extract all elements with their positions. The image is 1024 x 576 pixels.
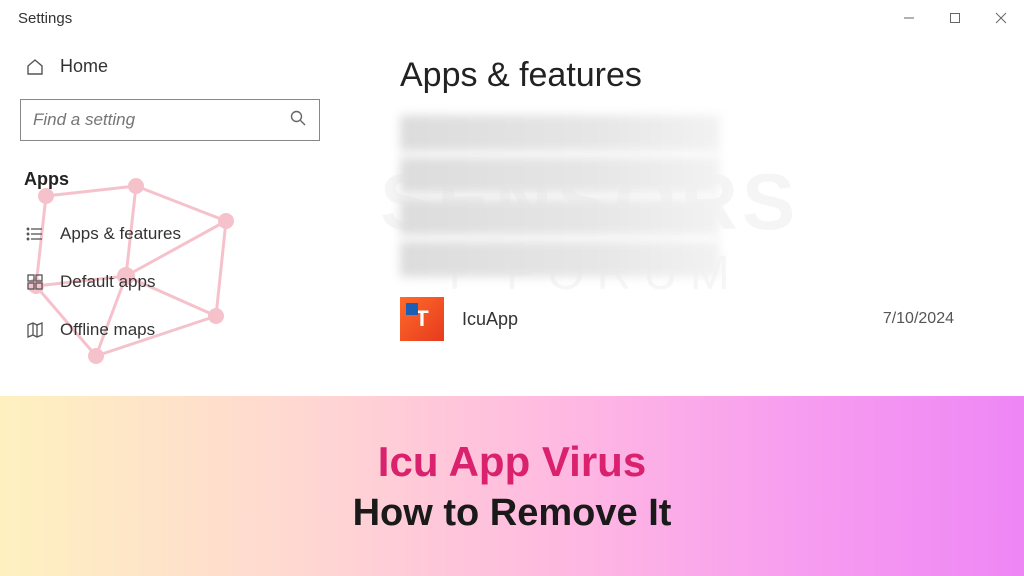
window-title: Settings xyxy=(18,10,72,27)
sidebar-item-label: Default apps xyxy=(60,272,155,292)
close-button[interactable] xyxy=(978,0,1024,36)
close-icon xyxy=(995,12,1007,24)
titlebar: Settings xyxy=(0,0,1024,36)
sidebar-section-apps: Apps xyxy=(20,163,320,196)
app-install-date: 7/10/2024 xyxy=(883,310,954,328)
sidebar-item-apps-features[interactable]: Apps & features xyxy=(20,210,320,258)
page-title: Apps & features xyxy=(400,56,994,95)
list-icon xyxy=(24,224,46,244)
sidebar-home[interactable]: Home xyxy=(20,46,320,87)
minimize-button[interactable] xyxy=(886,0,932,36)
banner-title: Icu App Virus xyxy=(378,438,646,486)
default-apps-icon xyxy=(24,272,46,292)
search-box[interactable] xyxy=(20,99,320,141)
sidebar-item-label: Apps & features xyxy=(60,224,181,244)
home-label: Home xyxy=(60,56,108,77)
blurred-app-row xyxy=(400,115,720,151)
maximize-icon xyxy=(949,12,961,24)
search-input[interactable] xyxy=(33,110,289,130)
window-controls xyxy=(886,0,1024,36)
sidebar: Home Apps Apps & features Default apps xyxy=(0,36,340,396)
app-icon: T xyxy=(400,297,444,341)
banner-subtitle: How to Remove It xyxy=(353,492,672,535)
maximize-button[interactable] xyxy=(932,0,978,36)
app-list-item[interactable]: T IcuApp 7/10/2024 xyxy=(400,289,994,349)
search-icon xyxy=(289,109,307,132)
blurred-app-list xyxy=(400,115,994,277)
sidebar-item-label: Offline maps xyxy=(60,320,155,340)
app-name: IcuApp xyxy=(462,309,518,330)
map-icon xyxy=(24,320,46,340)
blurred-app-row xyxy=(400,157,720,193)
sidebar-item-default-apps[interactable]: Default apps xyxy=(20,258,320,306)
minimize-icon xyxy=(903,12,915,24)
sidebar-item-offline-maps[interactable]: Offline maps xyxy=(20,306,320,354)
overlay-banner: Icu App Virus How to Remove It xyxy=(0,396,1024,576)
blurred-app-row xyxy=(400,241,720,277)
main-panel: Apps & features T IcuApp 7/10/2024 xyxy=(340,36,1024,396)
home-icon xyxy=(24,57,46,77)
blurred-app-row xyxy=(400,199,720,235)
